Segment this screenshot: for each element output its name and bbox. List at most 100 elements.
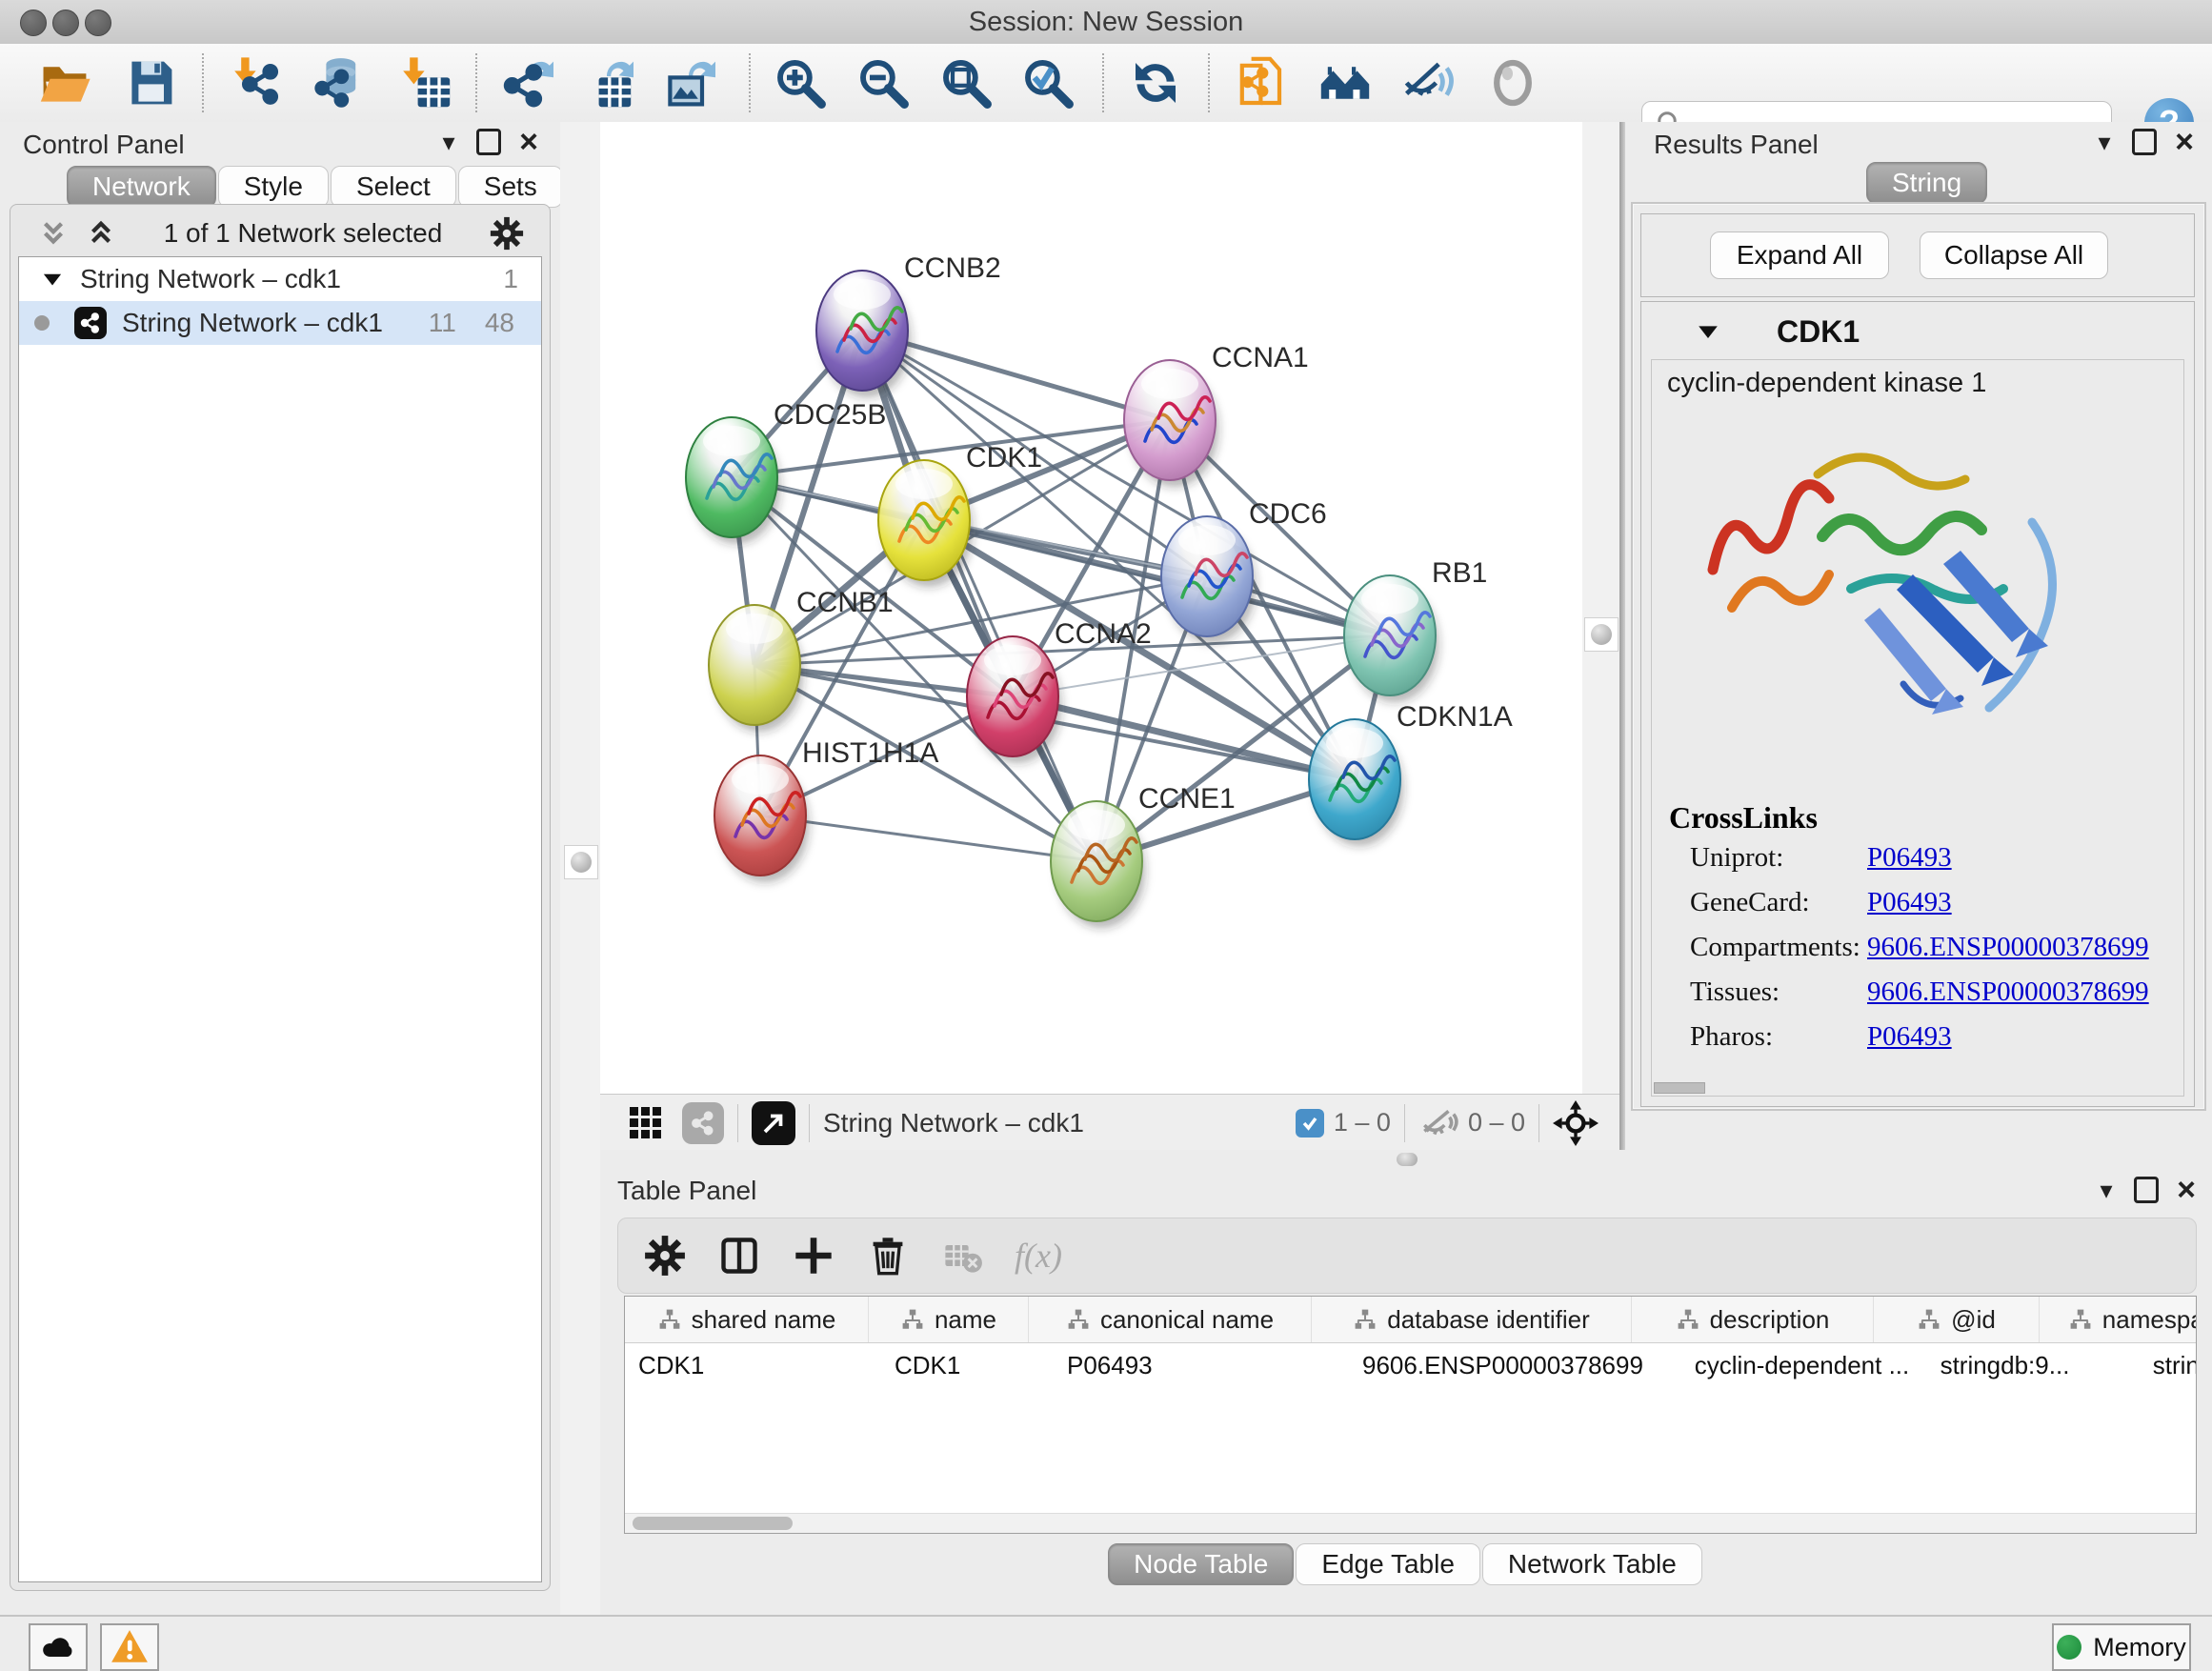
open-window-icon[interactable] [752,1101,795,1145]
warning-button[interactable] [100,1623,159,1671]
table-cell[interactable]: 9606.ENSP00000378699 [1349,1343,1681,1387]
hide-panels-icon[interactable] [1398,52,1458,113]
float-panel-icon[interactable] [2134,1177,2159,1203]
import-table-icon[interactable] [395,52,456,113]
protein-expander-icon[interactable] [1695,318,1721,345]
birdseye-icon[interactable] [1315,52,1376,113]
edge-CCNB2-CCNE1[interactable] [862,331,1096,861]
export-table-icon[interactable] [576,52,637,113]
network-node-CCNA2[interactable] [967,636,1061,763]
table-toolbar: f(x) [617,1218,2197,1294]
gear-icon[interactable] [637,1228,693,1283]
tab-select[interactable]: Select [331,166,456,208]
network-node-CCNB2[interactable] [816,271,911,397]
column-header-database-identifier[interactable]: database identifier [1312,1297,1632,1342]
hidden-eye-icon [1418,1103,1458,1143]
export-network-icon[interactable] [496,52,557,113]
table-panel: Table Panel ▾ × f(x) shared namenamecano… [600,1170,2212,1615]
trash-icon[interactable] [860,1228,915,1283]
edge-HIST1H1A-CCNE1[interactable] [760,815,1096,861]
table-tabs: Node TableEdge TableNetwork Table [600,1543,2212,1585]
clone-network-icon[interactable] [1229,52,1290,113]
close-panel-icon[interactable]: × [2172,1176,2201,1204]
crosshair-icon[interactable] [1553,1100,1599,1146]
column-header-description[interactable]: description [1632,1297,1874,1342]
apply-layout-icon[interactable] [1125,52,1186,113]
network-options-gear-icon[interactable] [489,215,525,252]
table-cell[interactable]: cyclin-dependent ... [1681,1343,1922,1387]
table-row[interactable]: CDK1CDK1P064939606.ENSP00000378699cyclin… [625,1343,2196,1387]
tab-edge-table[interactable]: Edge Table [1296,1543,1480,1585]
node-label-CDKN1A: CDKN1A [1397,701,1513,733]
collapse-panel-icon[interactable]: ▾ [2090,128,2119,156]
zoom-selected-icon[interactable] [1017,52,1078,113]
tab-network[interactable]: Network [67,166,216,208]
collapse-all-chevron-icon[interactable] [85,217,117,250]
collapse-all-button[interactable]: Collapse All [1920,232,2108,279]
table-cell[interactable]: CDK1 [625,1343,881,1387]
crosslink-link[interactable]: P06493 [1867,887,1952,917]
node-label-CDC25B: CDC25B [774,399,886,431]
network-selection-summary: 1 of 1 Network selected [117,218,489,249]
save-session-icon[interactable] [120,52,181,113]
table-cell[interactable]: stringdb [2087,1343,2197,1387]
right-splitter-handle[interactable] [1584,617,1619,652]
network-row[interactable]: String Network – cdk1 11 48 [19,301,541,345]
add-column-icon[interactable] [786,1228,841,1283]
expand-all-chevron-icon[interactable] [37,217,70,250]
collection-expander-icon[interactable] [40,267,65,292]
column-header-namespace[interactable]: namespace [2040,1297,2197,1342]
network-node-CCNA1[interactable] [1124,360,1218,487]
collapse-panel-icon[interactable]: ▾ [2092,1176,2121,1204]
table-cell[interactable]: CDK1 [881,1343,1054,1387]
selected-checkbox[interactable] [1296,1109,1324,1137]
table-hscrollbar[interactable] [625,1513,2196,1533]
tab-network-table[interactable]: Network Table [1482,1543,1702,1585]
tab-sets[interactable]: Sets [458,166,563,208]
zoom-fit-icon[interactable] [935,52,996,113]
columns-icon[interactable] [712,1228,767,1283]
zoom-in-icon[interactable] [770,52,831,113]
network-node-CDC25B[interactable] [686,417,780,544]
open-session-folder-icon[interactable] [34,52,95,113]
collapse-panel-icon[interactable]: ▾ [434,128,463,156]
tab-string[interactable]: String [1866,162,1987,204]
table-cell[interactable]: P06493 [1054,1343,1349,1387]
table-hscroll-thumb[interactable] [633,1517,793,1530]
float-panel-icon[interactable] [476,129,501,155]
expand-all-button[interactable]: Expand All [1710,232,1889,279]
close-panel-icon[interactable]: × [514,128,543,156]
column-header-name[interactable]: name [869,1297,1029,1342]
network-canvas[interactable]: CCNB2CCNA1CDC25BCDK1CDC6RB1CCNB1CCNA2CDK… [600,122,1582,1094]
network-node-CDK1[interactable] [878,460,973,587]
cloud-button[interactable] [29,1623,88,1671]
network-node-RB1[interactable] [1344,575,1438,702]
zoom-out-icon[interactable] [853,52,914,113]
float-panel-icon[interactable] [2132,129,2157,155]
network-node-CCNB1[interactable] [709,605,803,732]
close-panel-icon[interactable]: × [2170,128,2199,156]
crosslinks-hscroll-thumb[interactable] [1654,1082,1705,1094]
left-splitter-handle[interactable] [564,845,598,879]
tab-node-table[interactable]: Node Table [1108,1543,1294,1585]
column-header-shared-name[interactable]: shared name [625,1297,869,1342]
import-network-database-icon[interactable] [308,52,369,113]
export-image-icon[interactable] [658,52,719,113]
table-cell[interactable]: stringdb:9... [1922,1343,2087,1387]
grid-icon[interactable] [627,1104,665,1142]
crosslink-link[interactable]: P06493 [1867,1021,1952,1052]
network-node-CDKN1A[interactable] [1309,719,1403,846]
crosslink-link[interactable]: P06493 [1867,842,1952,873]
column-header--id[interactable]: @id [1874,1297,2040,1342]
crosslink-link[interactable]: 9606.ENSP00000378699 [1867,932,2149,962]
crosslink-link[interactable]: 9606.ENSP00000378699 [1867,976,2149,1007]
import-network-icon[interactable] [227,52,288,113]
memory-button[interactable]: Memory [2052,1623,2191,1671]
network-collection-row[interactable]: String Network – cdk1 1 [19,257,541,301]
network-node-CDC6[interactable] [1161,516,1256,643]
column-header-canonical-name[interactable]: canonical name [1029,1297,1312,1342]
network-node-HIST1H1A[interactable] [714,755,809,882]
table-splitter-handle[interactable] [1397,1153,1418,1166]
tab-style[interactable]: Style [218,166,329,208]
network-node-CCNE1[interactable] [1051,801,1145,928]
